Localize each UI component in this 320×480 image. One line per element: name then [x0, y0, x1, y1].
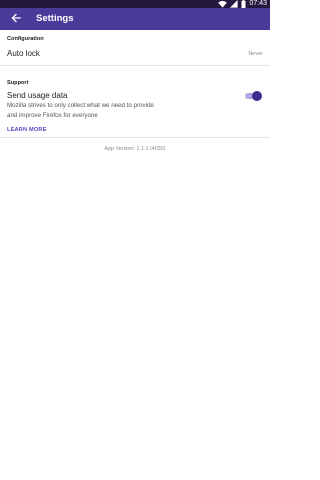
learn-more-link[interactable]: LEARN MORE — [7, 127, 47, 133]
app-bar: Settings — [0, 8, 270, 30]
section-header-support: Support — [7, 80, 29, 86]
usage-data-toggle[interactable] — [244, 91, 262, 101]
status-bar: 07:43 — [0, 0, 270, 8]
back-button[interactable] — [8, 11, 24, 27]
arrow-left-icon — [11, 10, 21, 28]
divider — [0, 137, 270, 138]
usage-data-description: Mozilla strives to only collect what we … — [7, 102, 154, 119]
divider — [0, 65, 270, 66]
send-usage-data-label: Send usage data — [7, 91, 68, 100]
app-version: App Version: 1.1.1 (4030) — [104, 146, 166, 152]
settings-screen: 07:43 Settings Configuration Auto lock N… — [0, 0, 270, 480]
battery-icon — [241, 0, 246, 8]
page-title: Settings — [36, 13, 74, 24]
toggle-thumb — [252, 91, 262, 101]
section-header-configuration: Configuration — [7, 36, 44, 42]
wifi-icon — [218, 0, 228, 8]
auto-lock-value: Never — [248, 51, 263, 57]
auto-lock-label: Auto lock — [7, 49, 40, 58]
cell-signal-icon — [230, 0, 239, 8]
